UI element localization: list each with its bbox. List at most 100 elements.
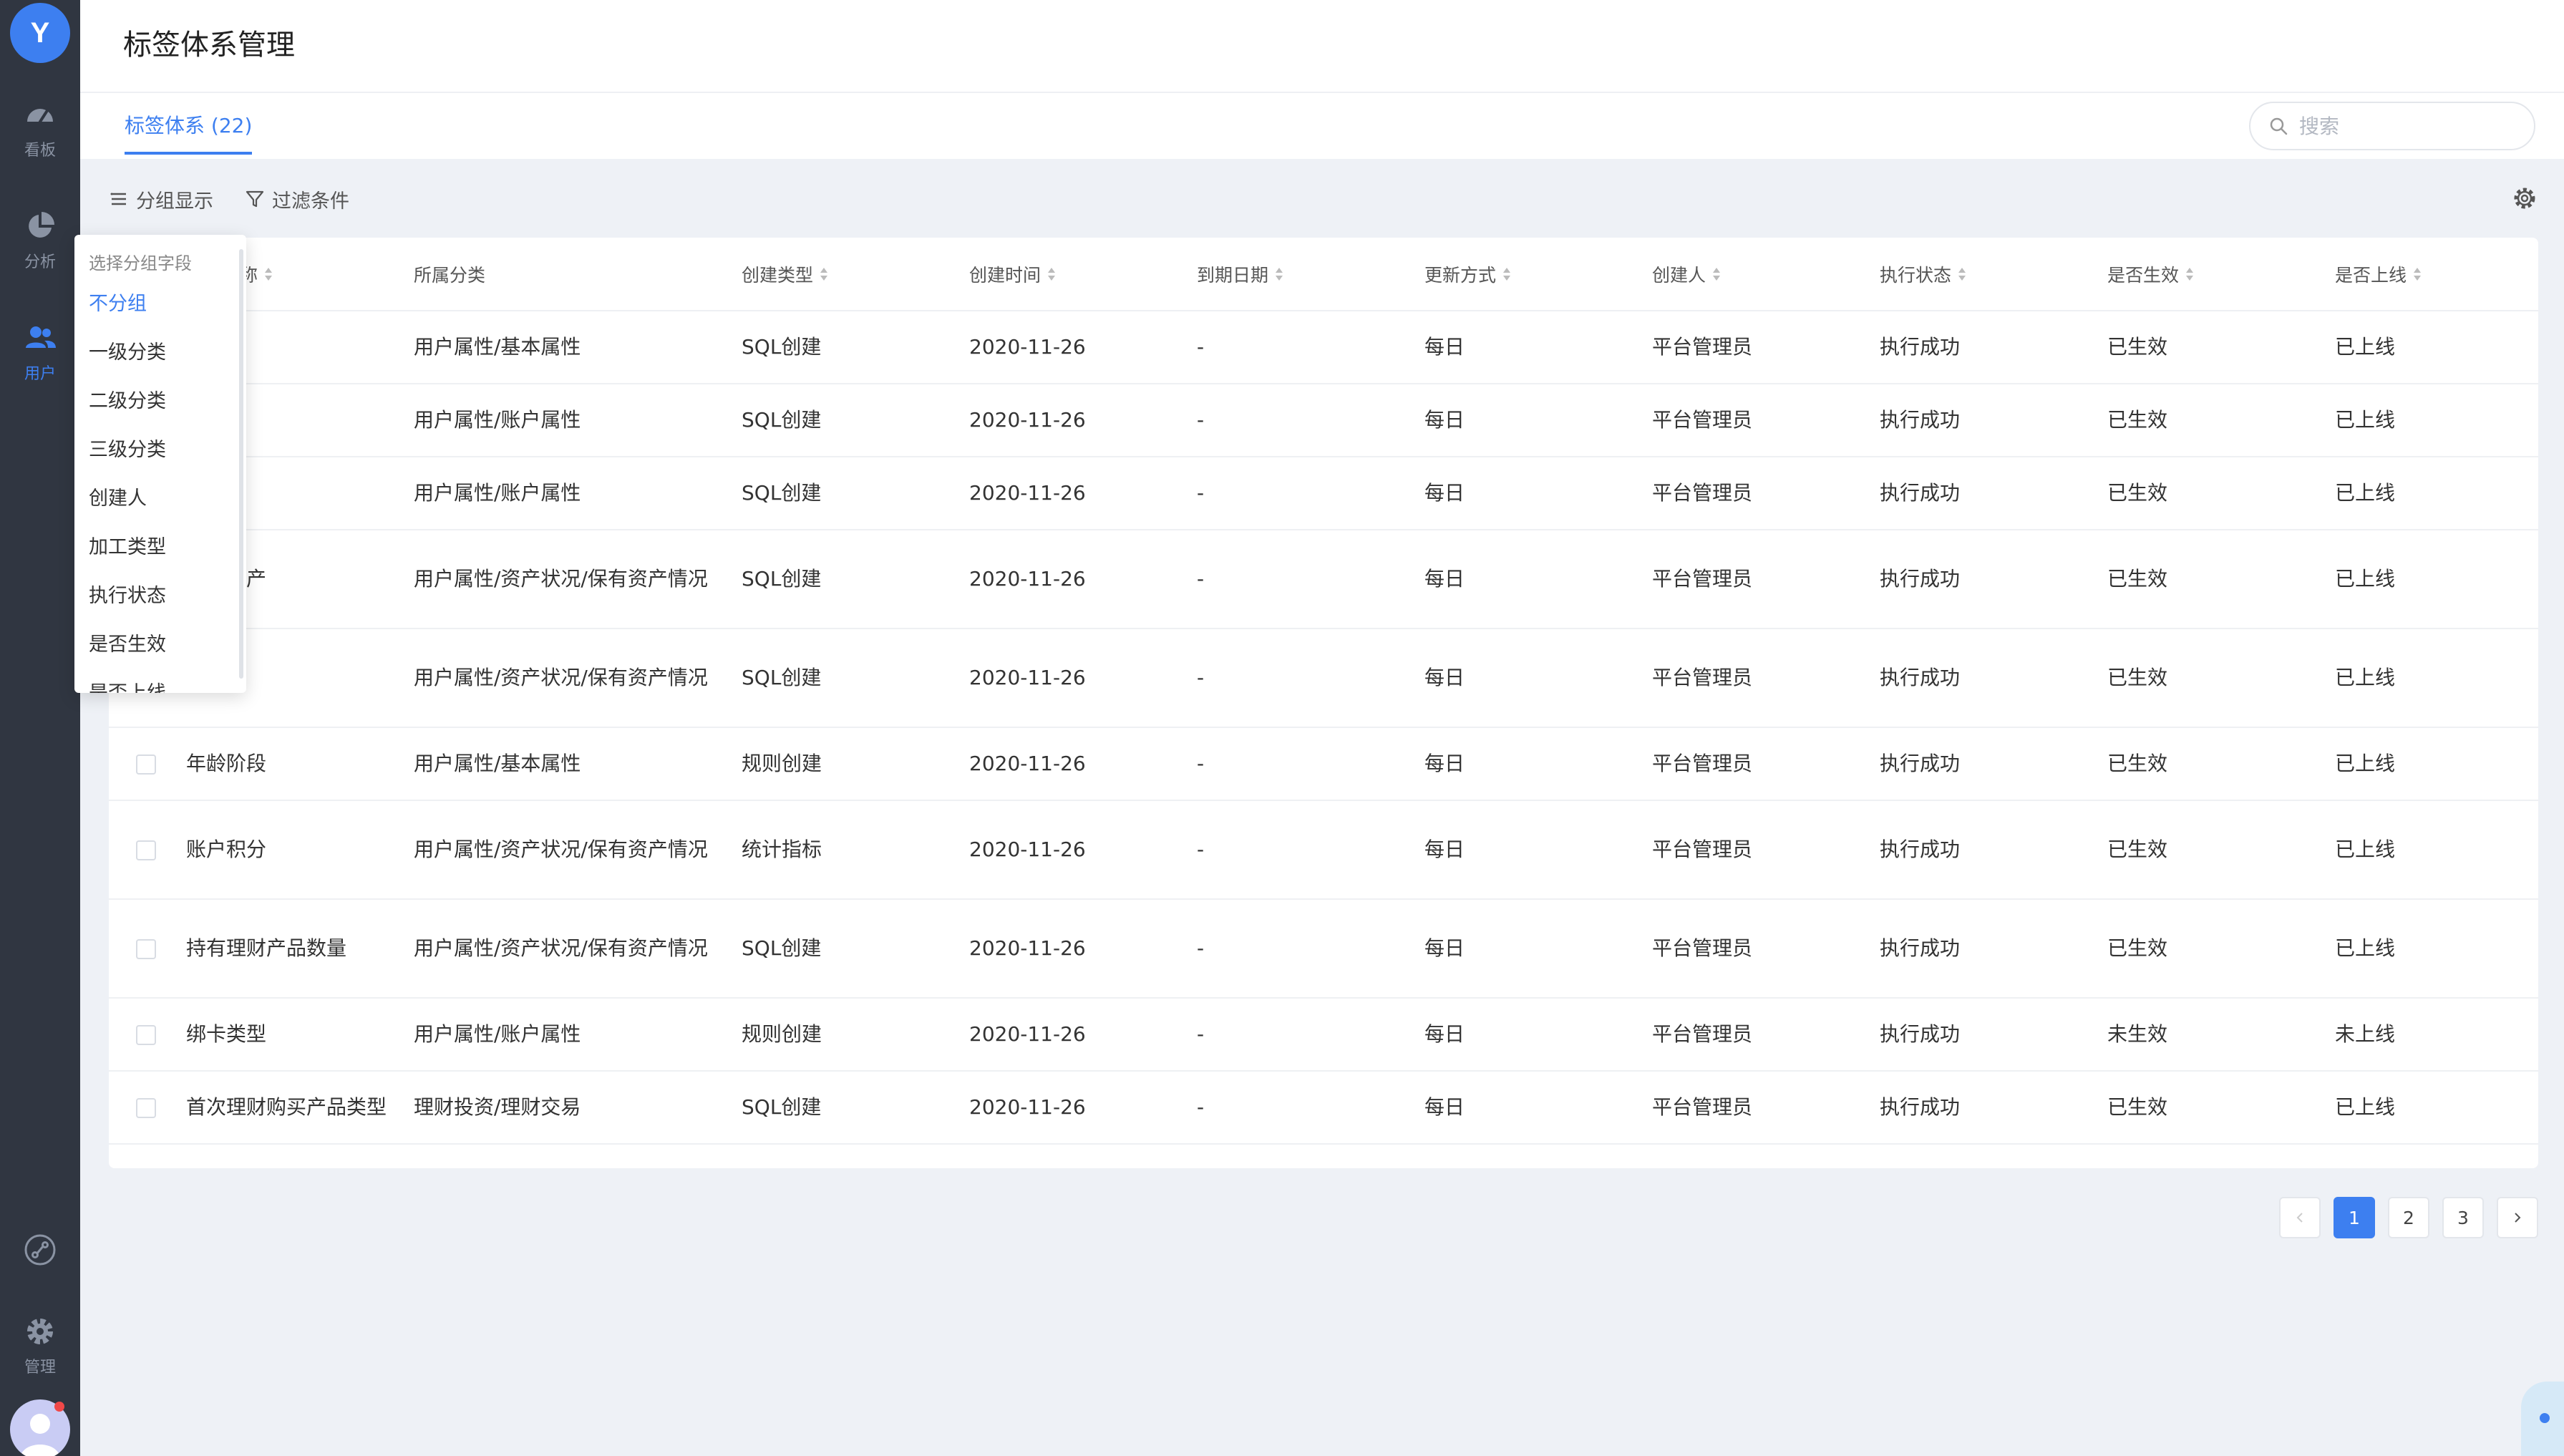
table-row[interactable]: 间用户属性/账户属性SQL创建2020-11-26-每日平台管理员执行成功已生效… [109,457,2538,530]
cell-type: SQL创建 [727,1071,955,1145]
cell-expire: - [1183,384,1410,457]
next-page-button[interactable] [2497,1197,2538,1238]
tab-bar: 标签体系 (22) [80,93,2564,159]
cell-update: 每日 [1410,457,1638,530]
cell-created: 2020-11-26 [955,727,1183,801]
tab-tag-system[interactable]: 标签体系 (22) [125,110,253,155]
table-row[interactable]: 用户属性/基本属性 SQL创建 2020-11-26- 每日 平台管理员 执行成功 已生效已… [109,311,2538,384]
cell-expire: - [1183,457,1410,530]
column-header[interactable]: 执行状态 [1865,238,2093,311]
column-header[interactable]: 创建类型 [727,238,955,311]
page-button[interactable]: 3 [2442,1197,2484,1238]
nav-item-manage[interactable]: 管理 [0,1303,80,1389]
sort-icon [819,266,829,286]
nav-item-dashboard[interactable]: 看板 [0,86,80,172]
cell-creator: 平台管理员 [1638,1071,1865,1145]
column-header[interactable]: 是否上线 [2321,238,2538,311]
column-header[interactable]: 是否生效 [2093,238,2321,311]
table-row[interactable]: 品总资产用户属性/资产状况/保有资产情况SQL创建2020-11-26-每日平台… [109,530,2538,629]
cell-type: SQL创建 [727,311,955,384]
nav-item-users[interactable]: 用户 [0,309,80,395]
cell-type: 统计指标 [727,800,955,900]
group-display-button[interactable]: 分组显示 [109,185,213,213]
table-row[interactable]: 账户积分 用户属性/资产状况/保有资产情况 统计指标 2020-11-26- 每日 平台管… [109,800,2538,900]
page-header: 标签体系管理 [80,0,2564,93]
cell-effective: 已生效 [2093,384,2321,457]
cell-category: 用户属性/资产状况/保有资产情况 [399,800,727,900]
filter-icon [246,190,264,208]
cell-creator: 平台管理员 [1638,311,1865,384]
tag-table-card: 标签名称 所属分类 创建类型 创建时间 到期日期 更新方式 创建人 执行状态 是… [109,238,2538,1168]
cell-created: 2020-11-26 [955,899,1183,999]
table-row[interactable]: 年龄阶段 用户属性/基本属性 规则创建 2020-11-26- 每日 平台管理员 执行成功已… [109,727,2538,801]
cell-name: 首次理财购买产品类型 [172,1071,399,1145]
row-checkbox[interactable] [136,1025,156,1045]
cell-online: 已上线 [2321,311,2538,384]
cell-type: SQL创建 [727,384,955,457]
sort-icon [1711,266,1722,286]
table-settings-button[interactable] [2511,185,2538,212]
link-icon [24,1234,56,1266]
dropdown-option[interactable]: 一级分类 [74,329,246,377]
cell-category: 用户属性/资产状况/保有资产情况 [399,899,727,999]
filter-button[interactable]: 过滤条件 [245,185,349,213]
dropdown-title: 选择分组字段 [89,253,192,273]
column-header[interactable]: 到期日期 [1183,238,1410,311]
cell-update: 每日 [1410,899,1638,999]
row-checkbox[interactable] [136,939,156,959]
cell-category: 用户属性/资产状况/保有资产情况 [399,530,727,629]
dropdown-option[interactable]: 加工类型 [74,523,246,572]
dropdown-option[interactable]: 二级分类 [74,377,246,426]
dropdown-option[interactable]: 是否上线 [74,669,246,693]
column-header[interactable]: 更新方式 [1410,238,1638,311]
cell-status: 执行成功 [1865,1071,2093,1145]
dropdown-scrollbar[interactable] [239,249,243,679]
cell-effective: 已生效 [2093,899,2321,999]
table-row[interactable]: 资产用户属性/资产状况/保有资产情况SQL创建2020-11-26-每日平台管理… [109,628,2538,728]
table-row[interactable]: 绑卡类型 用户属性/账户属性 规则创建 2020-11-26- 每日 平台管理员 执行成功未… [109,998,2538,1072]
cell-online: 已上线 [2321,530,2538,629]
cell-online: 已上线 [2321,384,2538,457]
filter-label: 过滤条件 [272,190,349,213]
page-button[interactable]: 2 [2388,1197,2429,1238]
dropdown-option[interactable]: 创建人 [74,475,246,523]
sort-icon [2412,266,2422,286]
cell-expire: - [1183,899,1410,999]
cell-status: 执行成功 [1865,628,2093,728]
row-checkbox[interactable] [136,840,156,860]
nav-item-analysis[interactable]: 分析 [0,198,80,283]
search-input[interactable] [2299,114,2514,138]
helper-assistant-icon[interactable] [2521,1382,2564,1456]
column-header[interactable]: 所属分类 [399,238,727,311]
table-row[interactable]: 市用户属性/账户属性SQL创建2020-11-26-每日平台管理员执行成功已生效… [109,384,2538,457]
cell-created: 2020-11-26 [955,1071,1183,1145]
cell-effective: 已生效 [2093,457,2321,530]
dropdown-option[interactable]: 执行状态 [74,572,246,621]
cell-category: 用户属性/账户属性 [399,998,727,1072]
cell-creator: 平台管理员 [1638,457,1865,530]
column-header[interactable]: 创建时间 [955,238,1183,311]
sort-icon [2185,266,2195,286]
nav-item-link[interactable] [0,1210,80,1296]
page-button[interactable]: 1 [2334,1197,2375,1238]
dropdown-option[interactable]: 三级分类 [74,426,246,475]
cell-status: 执行成功 [1865,384,2093,457]
app-logo[interactable]: Y [10,3,70,63]
table-row[interactable]: 持有理财产品数量 用户属性/资产状况/保有资产情况 SQL创建 2020-11-26-… [109,899,2538,999]
table-row[interactable]: 首次理财购买产品类型 理财投资/理财交易 SQL创建 2020-11-26- 每日 平台管… [109,1071,2538,1145]
toolbar: 分组显示 过滤条件 [109,183,381,215]
sort-icon [1957,266,1967,286]
prev-page-button[interactable] [2279,1197,2321,1238]
dropdown-option[interactable]: 是否生效 [74,621,246,669]
dropdown-option[interactable]: 不分组 [74,280,246,329]
cell-name: 绑卡类型 [172,998,399,1072]
column-header[interactable]: 创建人 [1638,238,1865,311]
nav-item-label: 看板 [24,142,56,160]
row-checkbox-cell [109,1071,172,1145]
cell-created: 2020-11-26 [955,800,1183,900]
search-box[interactable] [2249,102,2535,150]
row-checkbox[interactable] [136,1098,156,1118]
cell-expire: - [1183,530,1410,629]
cell-type: SQL创建 [727,628,955,728]
row-checkbox[interactable] [136,754,156,775]
